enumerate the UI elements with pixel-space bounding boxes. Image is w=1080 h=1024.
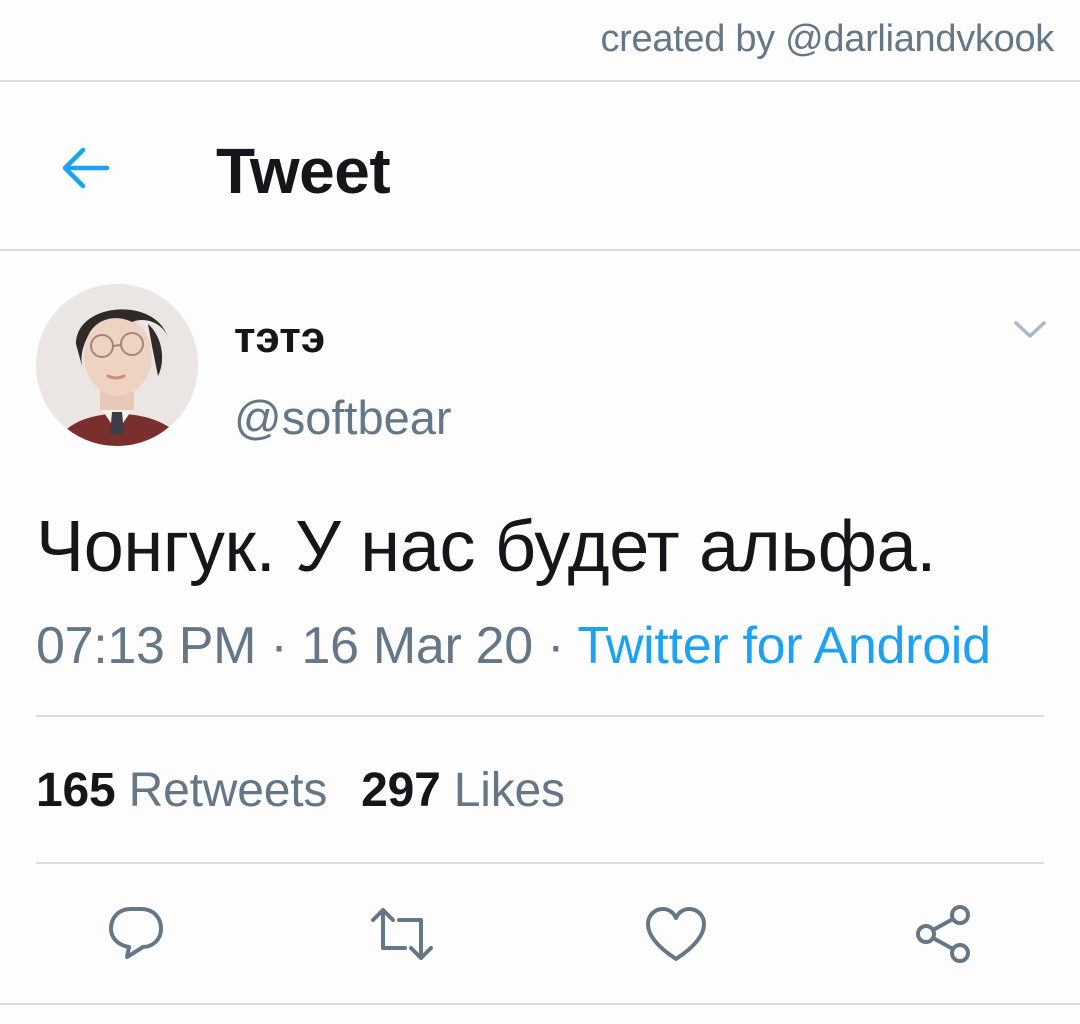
reply-button[interactable]	[100, 900, 172, 968]
chevron-down-icon	[1014, 321, 1046, 338]
more-options-button[interactable]	[1006, 312, 1054, 348]
tweet-time: 07:13 PM	[36, 617, 257, 675]
divider	[0, 249, 1080, 251]
retweet-button[interactable]	[366, 900, 438, 968]
retweet-icon	[371, 908, 433, 960]
divider	[36, 862, 1044, 864]
back-button[interactable]	[48, 132, 120, 204]
retweets-count: 165	[36, 764, 116, 817]
divider	[0, 1003, 1080, 1005]
tweet-meta: 07:13 PM · 16 Mar 20 · Twitter for Andro…	[36, 616, 991, 676]
tweet-source-link[interactable]: Twitter for Android	[577, 617, 991, 675]
tweet-stats: 165 Retweets 297 Likes	[36, 763, 565, 818]
like-icon	[646, 907, 706, 961]
page-title: Tweet	[216, 135, 391, 207]
display-name[interactable]: тэтэ	[234, 313, 325, 363]
arrow-left-icon	[62, 147, 110, 189]
divider	[36, 715, 1044, 717]
tweet-date: 16 Mar 20	[301, 617, 534, 675]
retweets-stat[interactable]: 165 Retweets	[36, 764, 327, 817]
meta-separator: ·	[256, 617, 302, 675]
retweets-label: Retweets	[128, 764, 328, 817]
likes-count: 297	[361, 764, 441, 817]
tweet-text: Чонгук. У нас будет альфа.	[36, 507, 937, 587]
likes-label: Likes	[453, 764, 565, 817]
user-handle[interactable]: @softbear	[234, 390, 452, 445]
like-button[interactable]	[640, 900, 712, 968]
divider	[0, 80, 1080, 82]
avatar[interactable]	[36, 284, 198, 446]
watermark-credit: created by @darliandvkook	[600, 18, 1054, 60]
likes-stat[interactable]: 297 Likes	[361, 764, 565, 817]
share-button[interactable]	[908, 900, 980, 968]
reply-icon	[109, 907, 163, 959]
share-icon	[916, 905, 970, 963]
meta-separator: ·	[532, 617, 578, 675]
